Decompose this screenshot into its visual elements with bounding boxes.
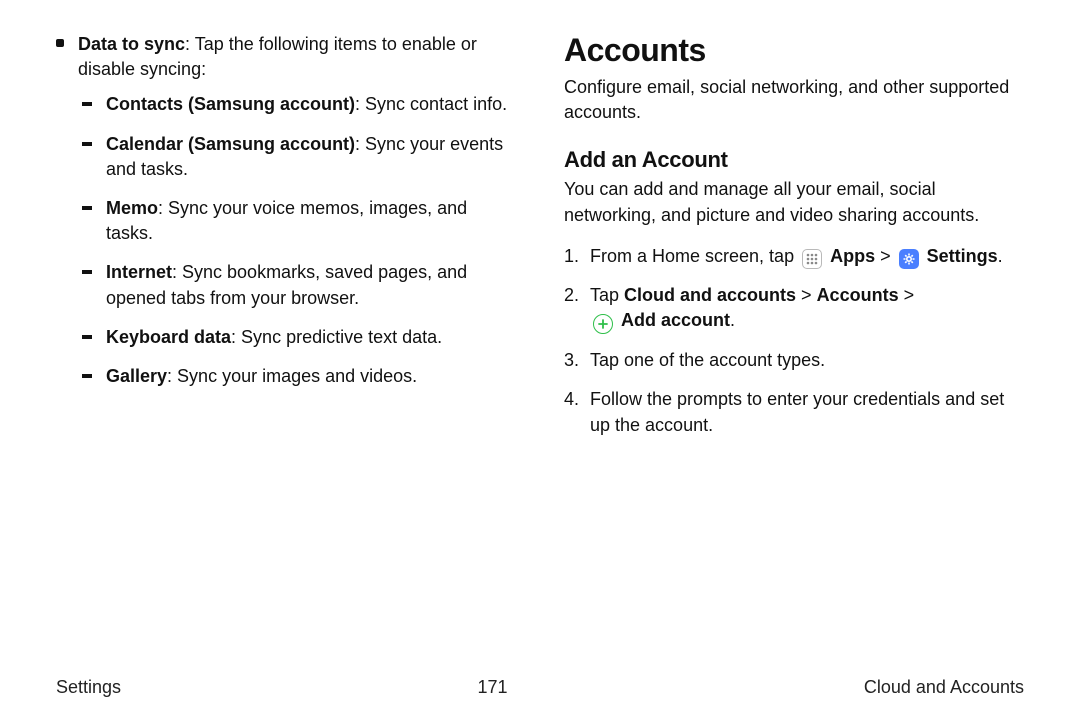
list-item: 2. Tap Cloud and accounts > Accounts > A…: [564, 283, 1024, 334]
body-text: Contacts (Samsung account): Sync contact…: [106, 92, 507, 117]
body-text: Calendar (Samsung account): Sync your ev…: [106, 132, 516, 182]
list-item: Contacts (Samsung account): Sync contact…: [82, 92, 516, 117]
dash-bullet-icon: [82, 102, 92, 106]
body-text: Gallery: Sync your images and videos.: [106, 364, 417, 389]
add-icon: [593, 314, 613, 334]
label-bold: Data to sync: [78, 34, 185, 54]
list-item: 4. Follow the prompts to enter your cred…: [564, 387, 1024, 437]
step-text: From a Home screen, tap Apps > Settings.: [590, 244, 1003, 269]
manual-page: Data to sync: Tap the following items to…: [0, 0, 1080, 720]
body-text: Memo: Sync your voice memos, images, and…: [106, 196, 516, 246]
footer-page-number: 171: [477, 677, 507, 698]
list-item: Calendar (Samsung account): Sync your ev…: [82, 132, 516, 182]
list-item: Internet: Sync bookmarks, saved pages, a…: [82, 260, 516, 310]
step-number: 3.: [564, 348, 590, 373]
right-column: Accounts Configure email, social network…: [564, 32, 1024, 452]
list-item: 1. From a Home screen, tap Apps > Settin…: [564, 244, 1024, 269]
footer-left: Settings: [56, 677, 121, 698]
step-number: 1.: [564, 244, 590, 269]
list-item: Memo: Sync your voice memos, images, and…: [82, 196, 516, 246]
page-footer: Settings 171 Cloud and Accounts: [56, 677, 1024, 698]
left-column: Data to sync: Tap the following items to…: [56, 32, 516, 452]
heading-add-account: Add an Account: [564, 147, 1024, 173]
step-text: Follow the prompts to enter your credent…: [590, 387, 1024, 437]
step-text: Tap one of the account types.: [590, 348, 825, 373]
body-text: You can add and manage all your email, s…: [564, 177, 1024, 227]
step-number: 4.: [564, 387, 590, 412]
list-item: Gallery: Sync your images and videos.: [82, 364, 516, 389]
sub-list: Contacts (Samsung account): Sync contact…: [82, 92, 516, 389]
body-text: Internet: Sync bookmarks, saved pages, a…: [106, 260, 516, 310]
body-text: Configure email, social networking, and …: [564, 75, 1024, 125]
dash-bullet-icon: [82, 270, 92, 274]
list-item: Keyboard data: Sync predictive text data…: [82, 325, 516, 350]
dash-bullet-icon: [82, 335, 92, 339]
step-number: 2.: [564, 283, 590, 308]
settings-icon: [899, 249, 919, 269]
footer-right: Cloud and Accounts: [864, 677, 1024, 698]
body-text: Keyboard data: Sync predictive text data…: [106, 325, 442, 350]
square-bullet-icon: [56, 39, 64, 47]
step-text: Tap Cloud and accounts > Accounts > Add …: [590, 283, 914, 334]
dash-bullet-icon: [82, 142, 92, 146]
apps-icon: [802, 249, 822, 269]
list-item: Data to sync: Tap the following items to…: [56, 32, 516, 82]
dash-bullet-icon: [82, 206, 92, 210]
heading-accounts: Accounts: [564, 32, 1024, 69]
columns: Data to sync: Tap the following items to…: [56, 32, 1024, 452]
dash-bullet-icon: [82, 374, 92, 378]
body-text: Data to sync: Tap the following items to…: [78, 32, 516, 82]
list-item: 3. Tap one of the account types.: [564, 348, 1024, 373]
numbered-list: 1. From a Home screen, tap Apps > Settin…: [564, 244, 1024, 438]
